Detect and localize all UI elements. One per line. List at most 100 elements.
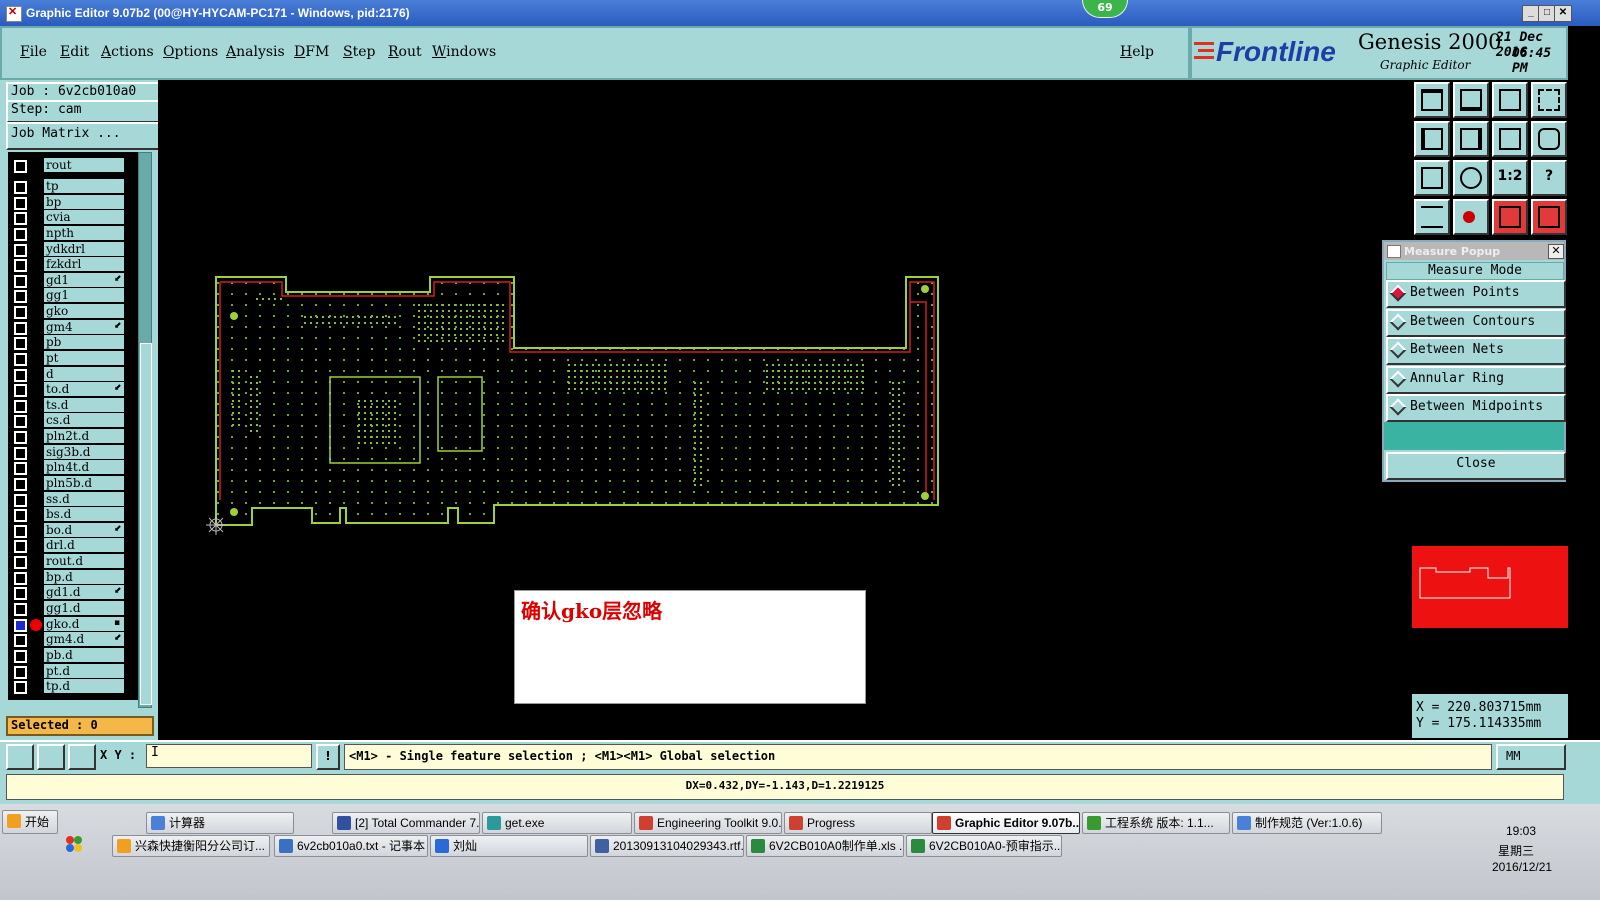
taskbar-button[interactable]: Engineering Toolkit 9.0.... [634, 812, 782, 834]
select-tool-icon[interactable] [6, 744, 34, 770]
split-view-icon[interactable] [1492, 121, 1528, 157]
layer-checkbox[interactable] [14, 160, 27, 173]
layer-checkbox[interactable] [14, 181, 27, 194]
menu-edit[interactable]: Edit [60, 44, 89, 60]
layer-checkbox[interactable] [14, 603, 27, 616]
layer-name[interactable]: bp [44, 194, 124, 209]
layer-name[interactable]: tp.d [44, 679, 124, 694]
layer-checkbox[interactable] [14, 634, 27, 648]
scrollbar-thumb[interactable] [140, 343, 152, 705]
layer-checkbox[interactable] [14, 321, 27, 335]
zoom-up-icon[interactable] [1414, 82, 1450, 118]
layer-name[interactable]: gko [44, 304, 124, 319]
taskbar-button[interactable]: 工程系统 版本: 1.1... [1082, 812, 1230, 834]
snap-icon[interactable] [1453, 199, 1489, 235]
pan-right-icon[interactable] [1453, 121, 1489, 157]
measure-option[interactable]: Between Contours [1386, 308, 1566, 337]
taskbar-button[interactable]: 6V2CB010A0制作单.xls ... [746, 835, 904, 857]
layer-name[interactable]: pln4t.d [44, 460, 124, 475]
layer-name[interactable]: gm4.d [44, 632, 124, 647]
system-clock[interactable]: 19:03 星期三 2016/12/21 [1488, 808, 1598, 896]
layer-row[interactable]: gko [8, 304, 138, 320]
layer-name[interactable]: drl.d [44, 538, 124, 553]
redraw-icon[interactable] [1531, 121, 1567, 157]
layer-name[interactable]: cs.d [44, 413, 124, 428]
layer-name[interactable]: bo.d [44, 522, 124, 537]
layer-checkbox[interactable] [14, 196, 27, 210]
layer-checkbox[interactable] [14, 618, 27, 632]
measure-close-button[interactable]: Close [1386, 452, 1566, 480]
layer-name[interactable]: cvia [44, 210, 124, 225]
layer-checkbox[interactable] [14, 337, 27, 351]
net-select-icon[interactable] [1531, 199, 1567, 235]
menu-analysis[interactable]: Analysis [226, 44, 285, 60]
ratio-icon[interactable]: 1:2 [1492, 160, 1528, 196]
taskbar-button[interactable]: 6V2CB010A0-预审指示.... [906, 835, 1062, 857]
layer-checkbox[interactable] [14, 446, 27, 460]
layer-row[interactable]: sig3b.d [8, 444, 138, 460]
layer-checkbox[interactable] [14, 681, 27, 695]
layer-name[interactable]: bp.d [44, 569, 124, 584]
start-button[interactable]: 开始 [2, 810, 58, 834]
measure-popup-header[interactable]: Measure Popup ✕ [1384, 242, 1564, 260]
layer-checkbox[interactable] [14, 306, 27, 320]
layer-row[interactable]: gd1.d ⬋ [8, 585, 138, 601]
layer-row[interactable]: pln2t.d [8, 429, 138, 445]
layer-name[interactable]: ts.d [44, 397, 124, 412]
layer-checkbox[interactable] [14, 431, 27, 445]
net-highlight-icon[interactable] [1492, 199, 1528, 235]
close-popup-icon[interactable]: ✕ [1548, 244, 1564, 259]
layer-name[interactable]: ydkdrl [44, 241, 124, 256]
layer-checkbox[interactable] [14, 384, 27, 398]
layer-row[interactable]: bp.d [8, 569, 138, 585]
taskbar-button[interactable]: 20130913104029343.rtf... [590, 835, 744, 857]
layer-checkbox[interactable] [14, 649, 27, 663]
layer-row[interactable]: bp [8, 194, 138, 210]
layer-row[interactable]: rout [8, 158, 138, 173]
layer-name[interactable]: pln5b.d [44, 475, 124, 490]
layer-checkbox[interactable] [14, 212, 27, 226]
layer-checkbox[interactable] [14, 352, 27, 366]
taskbar-button[interactable]: 刘灿 [430, 835, 588, 857]
layer-name[interactable]: sig3b.d [44, 444, 124, 459]
layer-checkbox[interactable] [14, 462, 27, 476]
layer-checkbox[interactable] [14, 399, 27, 413]
layer-row[interactable]: pt.d [8, 663, 138, 679]
layer-row[interactable]: npth [8, 225, 138, 241]
taskbar-button[interactable]: Progress [784, 812, 932, 834]
layer-row[interactable]: drl.d [8, 538, 138, 554]
layer-checkbox[interactable] [14, 415, 27, 429]
menu-windows[interactable]: Windows [432, 44, 496, 60]
zoom-center-icon[interactable] [1453, 160, 1489, 196]
layer-name[interactable]: gg1.d [44, 601, 124, 615]
menu-step[interactable]: Step [343, 44, 375, 60]
measure-tool-icon[interactable] [37, 744, 65, 770]
menu-options[interactable]: Options [163, 44, 218, 60]
grid-tool-icon[interactable] [68, 744, 96, 770]
layer-checkbox[interactable] [14, 571, 27, 585]
layer-row[interactable]: gm4.d ⬋ [8, 632, 138, 648]
layer-name[interactable]: d [44, 366, 124, 381]
layer-checkbox[interactable] [14, 227, 27, 241]
layer-name[interactable]: pt.d [44, 663, 124, 678]
layer-checkbox[interactable] [14, 290, 27, 304]
layer-name[interactable]: gko.d [44, 616, 124, 631]
layer-name[interactable]: gd1.d [44, 585, 124, 600]
layer-row[interactable]: gg1.d [8, 601, 138, 616]
overview-map[interactable] [1412, 546, 1568, 628]
measure-option[interactable]: Between Nets [1386, 337, 1566, 365]
layer-list[interactable]: rout tp bp cvia npth ydkdrl fzkdrl gd1 ⬋ gg1 gko gm… [8, 152, 138, 700]
menu-help[interactable]: Help [1120, 44, 1154, 60]
layer-row[interactable]: d [8, 366, 138, 382]
layer-checkbox[interactable] [14, 368, 27, 382]
layer-row[interactable]: cvia [8, 210, 138, 226]
layer-checkbox[interactable] [14, 524, 27, 538]
taskbar-button[interactable]: get.exe [482, 812, 632, 834]
measure-option[interactable]: Between Midpoints [1386, 394, 1566, 422]
layers-icon[interactable] [1414, 199, 1450, 235]
taskbar-button[interactable]: 6v2cb010a0.txt - 记事本 [274, 835, 428, 857]
layer-name[interactable]: fzkdrl [44, 257, 124, 272]
menu-rout[interactable]: Rout [388, 44, 422, 60]
layer-row[interactable]: pln5b.d [8, 475, 138, 491]
layer-row[interactable]: ydkdrl [8, 241, 138, 257]
